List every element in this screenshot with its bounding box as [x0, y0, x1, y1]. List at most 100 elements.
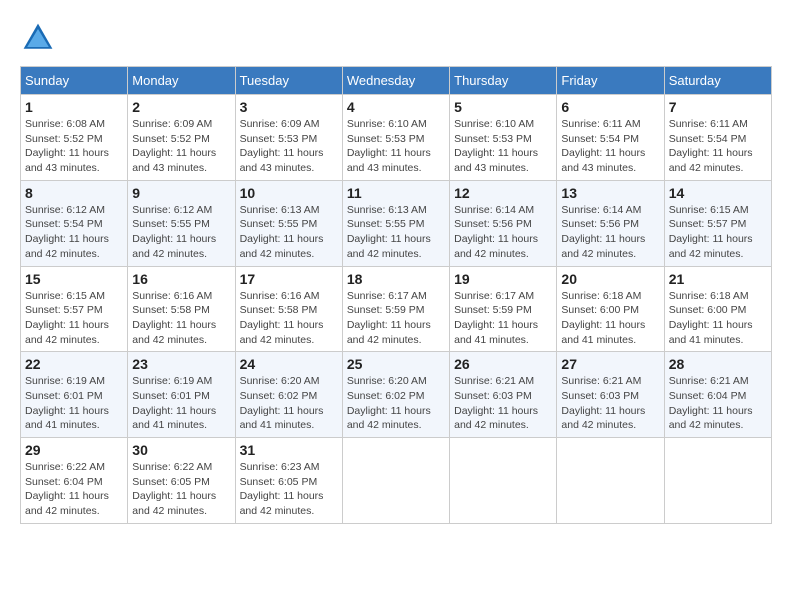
day-header-tuesday: Tuesday: [235, 67, 342, 95]
sunrise-label: Sunrise: 6:08 AM: [25, 118, 105, 130]
sunrise-label: Sunrise: 6:19 AM: [132, 375, 212, 387]
sunset-label: Sunset: 5:52 PM: [132, 133, 210, 145]
sunset-label: Sunset: 6:00 PM: [561, 304, 639, 316]
day-info: Sunrise: 6:21 AM Sunset: 6:03 PM Dayligh…: [454, 374, 552, 433]
calendar-cell: [450, 438, 557, 524]
sunset-label: Sunset: 6:02 PM: [347, 390, 425, 402]
calendar-cell: 29 Sunrise: 6:22 AM Sunset: 6:04 PM Dayl…: [21, 438, 128, 524]
day-info: Sunrise: 6:10 AM Sunset: 5:53 PM Dayligh…: [454, 117, 552, 176]
day-info: Sunrise: 6:15 AM Sunset: 5:57 PM Dayligh…: [669, 203, 767, 262]
daylight-label: Daylight: 11 hours and 41 minutes.: [454, 319, 538, 346]
day-number: 11: [347, 185, 445, 201]
day-header-wednesday: Wednesday: [342, 67, 449, 95]
day-number: 21: [669, 271, 767, 287]
daylight-label: Daylight: 11 hours and 43 minutes.: [132, 147, 216, 174]
day-info: Sunrise: 6:13 AM Sunset: 5:55 PM Dayligh…: [347, 203, 445, 262]
calendar-cell: 28 Sunrise: 6:21 AM Sunset: 6:04 PM Dayl…: [664, 352, 771, 438]
day-number: 2: [132, 99, 230, 115]
sunrise-label: Sunrise: 6:09 AM: [132, 118, 212, 130]
day-number: 31: [240, 442, 338, 458]
calendar-cell: 6 Sunrise: 6:11 AM Sunset: 5:54 PM Dayli…: [557, 95, 664, 181]
calendar-cell: 3 Sunrise: 6:09 AM Sunset: 5:53 PM Dayli…: [235, 95, 342, 181]
calendar-cell: 14 Sunrise: 6:15 AM Sunset: 5:57 PM Dayl…: [664, 180, 771, 266]
sunset-label: Sunset: 5:53 PM: [454, 133, 532, 145]
daylight-label: Daylight: 11 hours and 41 minutes.: [132, 405, 216, 432]
calendar-cell: 18 Sunrise: 6:17 AM Sunset: 5:59 PM Dayl…: [342, 266, 449, 352]
sunset-label: Sunset: 5:53 PM: [347, 133, 425, 145]
day-info: Sunrise: 6:08 AM Sunset: 5:52 PM Dayligh…: [25, 117, 123, 176]
sunrise-label: Sunrise: 6:18 AM: [561, 290, 641, 302]
calendar-week-5: 29 Sunrise: 6:22 AM Sunset: 6:04 PM Dayl…: [21, 438, 772, 524]
daylight-label: Daylight: 11 hours and 42 minutes.: [25, 490, 109, 517]
calendar-cell: 9 Sunrise: 6:12 AM Sunset: 5:55 PM Dayli…: [128, 180, 235, 266]
sunrise-label: Sunrise: 6:22 AM: [25, 461, 105, 473]
daylight-label: Daylight: 11 hours and 42 minutes.: [454, 405, 538, 432]
sunset-label: Sunset: 5:58 PM: [132, 304, 210, 316]
day-header-friday: Friday: [557, 67, 664, 95]
calendar-cell: 17 Sunrise: 6:16 AM Sunset: 5:58 PM Dayl…: [235, 266, 342, 352]
sunrise-label: Sunrise: 6:23 AM: [240, 461, 320, 473]
day-info: Sunrise: 6:17 AM Sunset: 5:59 PM Dayligh…: [454, 289, 552, 348]
daylight-label: Daylight: 11 hours and 42 minutes.: [240, 490, 324, 517]
day-info: Sunrise: 6:23 AM Sunset: 6:05 PM Dayligh…: [240, 460, 338, 519]
sunset-label: Sunset: 6:01 PM: [132, 390, 210, 402]
calendar-week-2: 8 Sunrise: 6:12 AM Sunset: 5:54 PM Dayli…: [21, 180, 772, 266]
daylight-label: Daylight: 11 hours and 42 minutes.: [561, 405, 645, 432]
sunset-label: Sunset: 6:05 PM: [132, 476, 210, 488]
calendar-table: SundayMondayTuesdayWednesdayThursdayFrid…: [20, 66, 772, 524]
day-number: 24: [240, 356, 338, 372]
calendar-cell: 20 Sunrise: 6:18 AM Sunset: 6:00 PM Dayl…: [557, 266, 664, 352]
day-number: 10: [240, 185, 338, 201]
daylight-label: Daylight: 11 hours and 42 minutes.: [240, 319, 324, 346]
day-number: 12: [454, 185, 552, 201]
day-number: 19: [454, 271, 552, 287]
daylight-label: Daylight: 11 hours and 42 minutes.: [25, 319, 109, 346]
calendar-cell: 31 Sunrise: 6:23 AM Sunset: 6:05 PM Dayl…: [235, 438, 342, 524]
sunrise-label: Sunrise: 6:13 AM: [347, 204, 427, 216]
day-number: 18: [347, 271, 445, 287]
calendar-cell: 8 Sunrise: 6:12 AM Sunset: 5:54 PM Dayli…: [21, 180, 128, 266]
calendar-cell: 26 Sunrise: 6:21 AM Sunset: 6:03 PM Dayl…: [450, 352, 557, 438]
day-info: Sunrise: 6:12 AM Sunset: 5:55 PM Dayligh…: [132, 203, 230, 262]
sunrise-label: Sunrise: 6:10 AM: [454, 118, 534, 130]
sunrise-label: Sunrise: 6:12 AM: [132, 204, 212, 216]
day-number: 16: [132, 271, 230, 287]
sunrise-label: Sunrise: 6:16 AM: [240, 290, 320, 302]
day-number: 4: [347, 99, 445, 115]
day-info: Sunrise: 6:09 AM Sunset: 5:52 PM Dayligh…: [132, 117, 230, 176]
day-number: 6: [561, 99, 659, 115]
calendar-cell: 2 Sunrise: 6:09 AM Sunset: 5:52 PM Dayli…: [128, 95, 235, 181]
sunset-label: Sunset: 5:59 PM: [454, 304, 532, 316]
day-info: Sunrise: 6:09 AM Sunset: 5:53 PM Dayligh…: [240, 117, 338, 176]
calendar-cell: 11 Sunrise: 6:13 AM Sunset: 5:55 PM Dayl…: [342, 180, 449, 266]
daylight-label: Daylight: 11 hours and 43 minutes.: [240, 147, 324, 174]
day-number: 28: [669, 356, 767, 372]
sunset-label: Sunset: 5:58 PM: [240, 304, 318, 316]
day-number: 13: [561, 185, 659, 201]
day-info: Sunrise: 6:11 AM Sunset: 5:54 PM Dayligh…: [669, 117, 767, 176]
day-info: Sunrise: 6:14 AM Sunset: 5:56 PM Dayligh…: [561, 203, 659, 262]
day-number: 9: [132, 185, 230, 201]
day-info: Sunrise: 6:14 AM Sunset: 5:56 PM Dayligh…: [454, 203, 552, 262]
calendar-cell: 4 Sunrise: 6:10 AM Sunset: 5:53 PM Dayli…: [342, 95, 449, 181]
day-number: 3: [240, 99, 338, 115]
sunrise-label: Sunrise: 6:15 AM: [25, 290, 105, 302]
sunrise-label: Sunrise: 6:12 AM: [25, 204, 105, 216]
day-info: Sunrise: 6:18 AM Sunset: 6:00 PM Dayligh…: [669, 289, 767, 348]
daylight-label: Daylight: 11 hours and 42 minutes.: [240, 233, 324, 260]
calendar-cell: 10 Sunrise: 6:13 AM Sunset: 5:55 PM Dayl…: [235, 180, 342, 266]
daylight-label: Daylight: 11 hours and 43 minutes.: [347, 147, 431, 174]
sunrise-label: Sunrise: 6:17 AM: [347, 290, 427, 302]
daylight-label: Daylight: 11 hours and 43 minutes.: [25, 147, 109, 174]
calendar-header-row: SundayMondayTuesdayWednesdayThursdayFrid…: [21, 67, 772, 95]
sunset-label: Sunset: 6:03 PM: [454, 390, 532, 402]
sunrise-label: Sunrise: 6:22 AM: [132, 461, 212, 473]
day-info: Sunrise: 6:20 AM Sunset: 6:02 PM Dayligh…: [240, 374, 338, 433]
day-header-thursday: Thursday: [450, 67, 557, 95]
daylight-label: Daylight: 11 hours and 42 minutes.: [132, 319, 216, 346]
day-header-saturday: Saturday: [664, 67, 771, 95]
calendar-week-4: 22 Sunrise: 6:19 AM Sunset: 6:01 PM Dayl…: [21, 352, 772, 438]
daylight-label: Daylight: 11 hours and 42 minutes.: [454, 233, 538, 260]
daylight-label: Daylight: 11 hours and 42 minutes.: [669, 147, 753, 174]
day-number: 17: [240, 271, 338, 287]
